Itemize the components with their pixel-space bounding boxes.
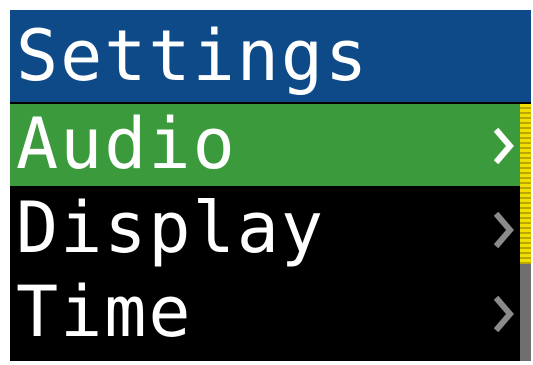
settings-menu: Audio Display Time [10,103,520,361]
menu-item-audio[interactable]: Audio [10,103,520,186]
header-bar: Settings [10,10,531,102]
menu-item-label: Display [16,187,326,269]
chevron-right-icon [494,127,514,165]
scrollbar[interactable] [520,104,531,361]
chevron-right-icon [494,295,514,333]
page-title: Settings [16,15,370,97]
menu-item-display[interactable]: Display [10,187,520,270]
scroll-thumb[interactable] [520,104,531,264]
menu-item-label: Audio [16,103,237,185]
menu-item-time[interactable]: Time [10,271,520,354]
chevron-right-icon [494,211,514,249]
settings-screen: Settings Audio Display Time [10,10,531,361]
menu-item-label: Time [16,271,193,353]
